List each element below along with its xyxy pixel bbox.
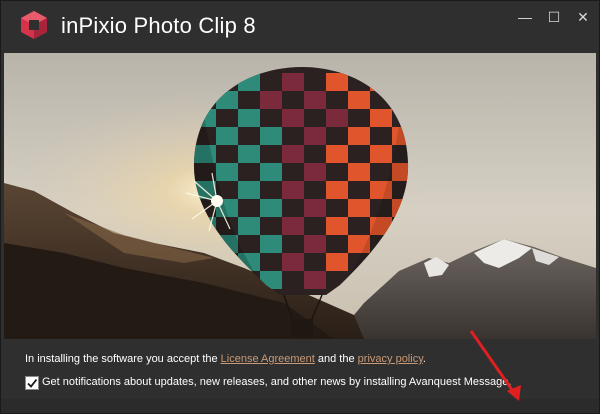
checkmark-icon [27,378,38,388]
license-statement: In installing the software you accept th… [25,353,426,365]
privacy-policy-link[interactable]: privacy policy [358,353,423,365]
inpixio-logo-icon [21,11,47,39]
license-prefix-text: In installing the software you accept th… [25,353,221,365]
license-suffix-text: . [422,353,426,365]
maximize-button[interactable]: ☐ [544,7,564,27]
license-middle-text: and the [314,353,358,365]
license-agreement-link[interactable]: License Agreement [221,353,315,365]
notifications-checkbox[interactable] [25,376,39,390]
app-title: inPixio Photo Clip 8 [61,13,256,38]
installer-window: inPixio Photo Clip 8 — ☐ ✕ In installing… [0,0,600,414]
hot-air-balloon-banner-image [4,53,596,339]
window-bottom-edge [1,399,599,413]
minimize-button[interactable]: — [515,7,535,27]
title-bar[interactable]: inPixio Photo Clip 8 — ☐ ✕ [1,1,599,53]
notifications-label: Get notifications about updates, new rel… [42,376,512,388]
close-button[interactable]: ✕ [573,7,593,27]
